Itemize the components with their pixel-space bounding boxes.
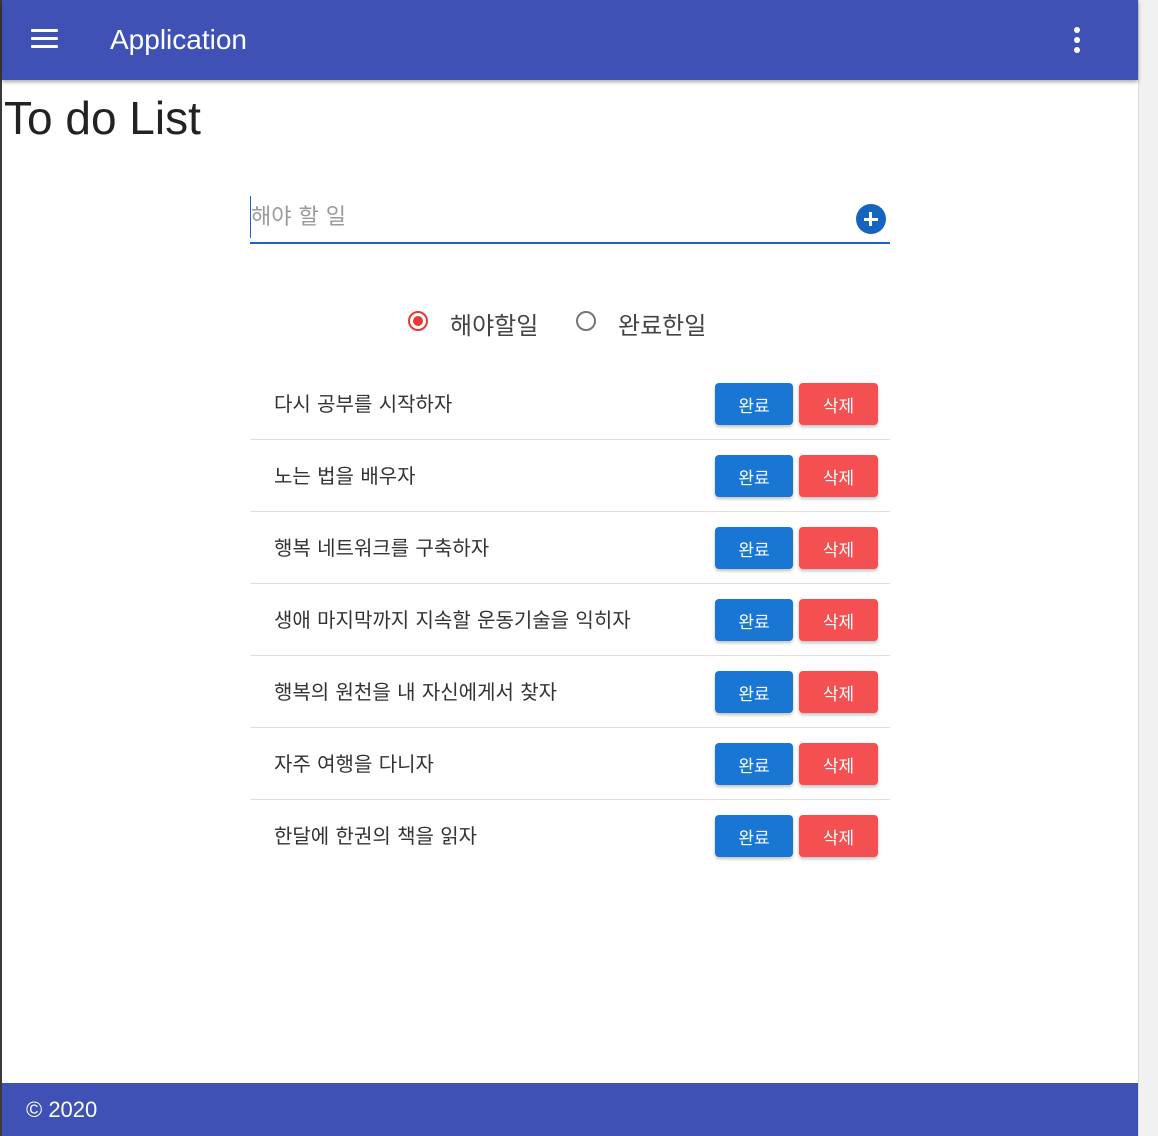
- complete-button[interactable]: 완료: [715, 671, 793, 713]
- more-vertical-icon[interactable]: [1066, 24, 1090, 56]
- todo-text: 한달에 한권의 책을 읽자: [274, 824, 478, 848]
- todo-item: 노는 법을 배우자 완료 삭제: [250, 440, 890, 512]
- page-title: To do List: [4, 92, 201, 144]
- todo-item: 행복 네트워크를 구축하자 완료 삭제: [250, 512, 890, 584]
- complete-button[interactable]: 완료: [715, 743, 793, 785]
- todo-text: 노는 법을 배우자: [274, 464, 416, 488]
- todo-list: 다시 공부를 시작하자 완료 삭제 노는 법을 배우자 완료 삭제 행복 네트워…: [250, 368, 890, 872]
- delete-button[interactable]: 삭제: [799, 671, 878, 713]
- footer: © 2020: [2, 1083, 1138, 1136]
- add-circle-icon[interactable]: [856, 204, 886, 234]
- todo-item: 생애 마지막까지 지속할 운동기술을 익히자 완료 삭제: [250, 584, 890, 656]
- todo-text: 생애 마지막까지 지속할 운동기술을 익히자: [274, 608, 631, 632]
- todo-text: 다시 공부를 시작하자: [274, 392, 453, 416]
- delete-button[interactable]: 삭제: [799, 599, 878, 641]
- delete-button[interactable]: 삭제: [799, 527, 878, 569]
- app-bar: Application: [2, 0, 1138, 80]
- delete-button[interactable]: 삭제: [799, 743, 878, 785]
- todo-item: 행복의 원천을 내 자신에게서 찾자 완료 삭제: [250, 656, 890, 728]
- todo-item: 한달에 한권의 책을 읽자 완료 삭제: [250, 800, 890, 872]
- todo-text: 자주 여행을 다니자: [274, 752, 434, 776]
- todo-input-container: [250, 196, 890, 244]
- complete-button[interactable]: 완료: [715, 599, 793, 641]
- delete-button[interactable]: 삭제: [799, 383, 878, 425]
- filter-label-done: 완료한일: [618, 312, 707, 340]
- window-left-border: [0, 0, 2, 1136]
- filter-radio-group: 해야할일 완료한일: [404, 302, 764, 342]
- filter-option-todo[interactable]: 해야할일: [404, 302, 554, 342]
- delete-button[interactable]: 삭제: [799, 455, 878, 497]
- complete-button[interactable]: 완료: [715, 455, 793, 497]
- complete-button[interactable]: 완료: [715, 383, 793, 425]
- hamburger-menu-icon[interactable]: [28, 24, 62, 56]
- complete-button[interactable]: 완료: [715, 815, 793, 857]
- todo-text: 행복의 원천을 내 자신에게서 찾자: [274, 680, 558, 704]
- complete-button[interactable]: 완료: [715, 527, 793, 569]
- radio-unchecked-icon[interactable]: [576, 311, 596, 331]
- filter-label-todo: 해야할일: [450, 312, 539, 340]
- todo-text: 행복 네트워크를 구축하자: [274, 536, 490, 560]
- copyright-text: © 2020: [26, 1097, 98, 1122]
- todo-item: 자주 여행을 다니자 완료 삭제: [250, 728, 890, 800]
- filter-option-done[interactable]: 완료한일: [572, 302, 722, 342]
- scrollbar-track[interactable]: [1138, 0, 1158, 1136]
- delete-button[interactable]: 삭제: [799, 815, 878, 857]
- todo-item: 다시 공부를 시작하자 완료 삭제: [250, 368, 890, 440]
- app-title: Application: [110, 24, 247, 55]
- radio-checked-icon[interactable]: [408, 311, 428, 331]
- todo-input[interactable]: [250, 196, 841, 238]
